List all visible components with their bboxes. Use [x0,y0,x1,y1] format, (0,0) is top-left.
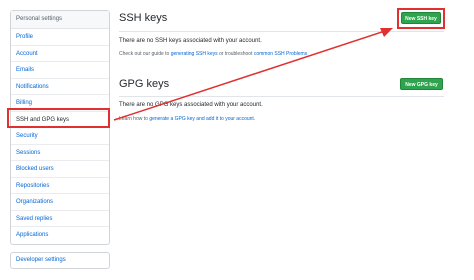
annotation-arrow [113,28,393,121]
arrow-line [113,31,383,121]
